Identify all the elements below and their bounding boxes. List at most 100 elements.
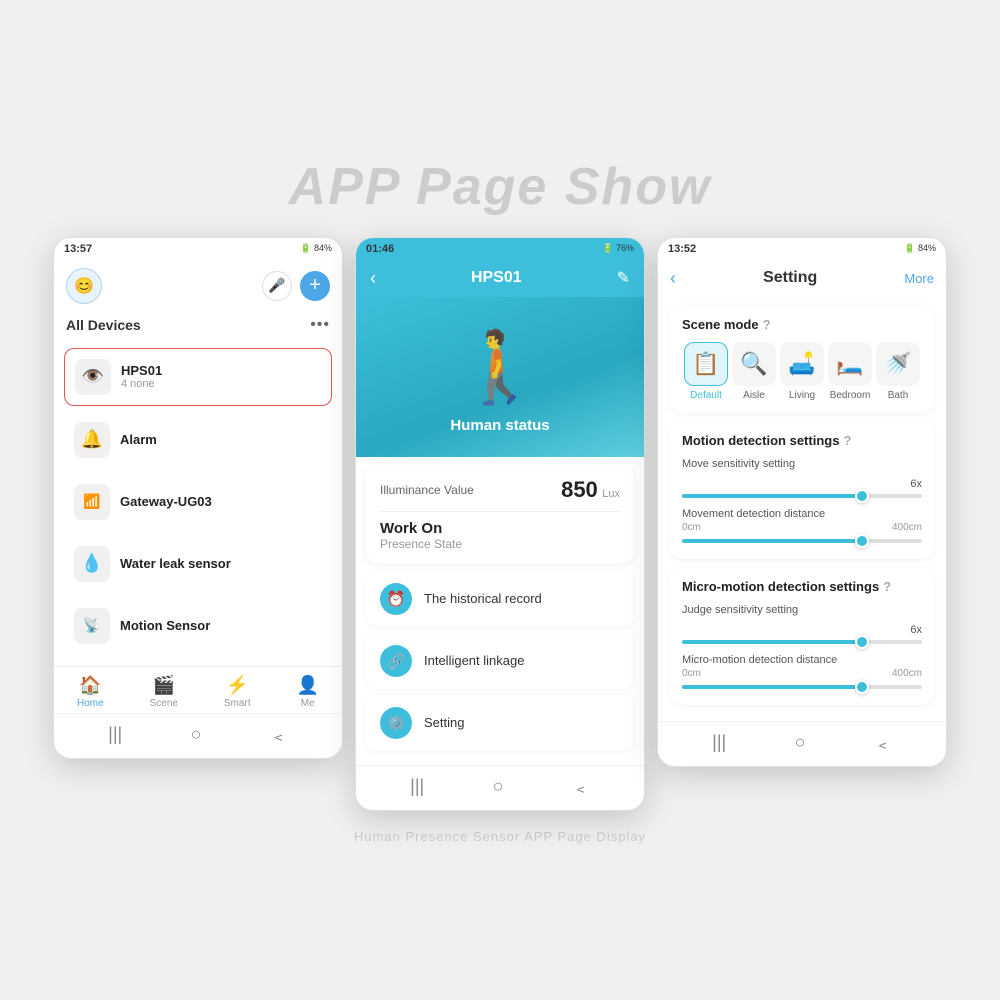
judge-sensitivity-thumb[interactable] bbox=[855, 635, 869, 649]
human-status-label: Human status bbox=[450, 417, 549, 434]
add-button[interactable]: + bbox=[300, 271, 330, 301]
human-figure-icon: 🚶 bbox=[456, 327, 543, 409]
phone2-menu-list: ⏰ The historical record 🔗 Intelligent li… bbox=[356, 571, 644, 765]
phone2: 01:46 🔋 76% ‹ HPS01 ✎ 🚶 Human status Ill… bbox=[355, 237, 645, 811]
movement-distance-fill bbox=[682, 539, 862, 543]
history-icon: ⏰ bbox=[380, 583, 412, 615]
phone2-status-bar: 01:46 🔋 76% bbox=[356, 238, 644, 260]
linkage-icon: 🔗 bbox=[380, 645, 412, 677]
all-devices-title: All Devices bbox=[66, 317, 141, 333]
scene-item-living[interactable]: 🛋️ Living bbox=[780, 342, 824, 401]
move-sensitivity-label: Move sensitivity setting bbox=[682, 458, 922, 470]
more-options[interactable]: ••• bbox=[310, 316, 330, 334]
judge-sensitivity-value: 6x bbox=[910, 624, 922, 636]
scene-icon-bath: 🚿 bbox=[876, 342, 920, 386]
bottom-menu-icon: ||| bbox=[410, 776, 424, 797]
judge-sensitivity-row: 6x bbox=[682, 624, 922, 636]
phone2-status-icons: 🔋 76% bbox=[602, 243, 634, 254]
home-icon: 🏠 bbox=[79, 675, 101, 696]
device-icon-motion: 📡 bbox=[74, 608, 110, 644]
bottom-back-icon: ﹤ bbox=[270, 722, 288, 748]
me-icon: 👤 bbox=[297, 675, 319, 696]
micro-motion-title: Micro-motion detection settings ? bbox=[682, 579, 922, 594]
work-on-label: Work On bbox=[380, 520, 620, 537]
device-info-alarm: Alarm bbox=[120, 432, 157, 447]
judge-sensitivity-track[interactable] bbox=[682, 640, 922, 644]
menu-item-linkage[interactable]: 🔗 Intelligent linkage bbox=[366, 633, 634, 689]
more-button[interactable]: More bbox=[904, 271, 934, 286]
move-sensitivity-thumb[interactable] bbox=[855, 489, 869, 503]
device-item-alarm[interactable]: 🔔 Alarm bbox=[64, 412, 332, 468]
illuminance-label: Illuminance Value bbox=[380, 483, 474, 497]
scene-item-default[interactable]: 📋 Default bbox=[684, 342, 728, 401]
setting-title: Setting bbox=[763, 269, 817, 287]
device-name-motion: Motion Sensor bbox=[120, 618, 210, 633]
bottom-menu-icon: ||| bbox=[712, 732, 726, 753]
phone3-status-icons: 🔋 84% bbox=[904, 243, 936, 254]
phone3-header: ‹ Setting More bbox=[658, 260, 946, 297]
device-info-gateway: Gateway-UG03 bbox=[120, 494, 212, 509]
micro-motion-card: Micro-motion detection settings ? Judge … bbox=[670, 567, 934, 705]
phone2-time: 01:46 bbox=[366, 243, 394, 255]
scene-label-default: Default bbox=[690, 390, 722, 401]
presence-row: Work On Presence State bbox=[380, 511, 620, 551]
back-button[interactable]: ‹ bbox=[370, 268, 376, 289]
movement-distance-max: 400cm bbox=[892, 522, 922, 533]
bottom-home-icon: ○ bbox=[493, 776, 504, 797]
move-sensitivity-value: 6x bbox=[910, 478, 922, 490]
bottom-menu-icon: ||| bbox=[108, 724, 122, 745]
scene-item-aisle[interactable]: 🔍 Aisle bbox=[732, 342, 776, 401]
edit-icon[interactable]: ✎ bbox=[617, 268, 630, 288]
nav-item-scene[interactable]: 🎬 Scene bbox=[150, 675, 178, 709]
nav-item-smart[interactable]: ⚡ Smart bbox=[224, 675, 251, 709]
move-sensitivity-row: 6x bbox=[682, 478, 922, 490]
all-devices-bar: All Devices ••• bbox=[54, 312, 342, 342]
device-icon-alarm: 🔔 bbox=[74, 422, 110, 458]
device-name-hps01: HPS01 bbox=[121, 363, 162, 378]
nav-item-home[interactable]: 🏠 Home bbox=[77, 675, 104, 709]
help-icon-motion[interactable]: ? bbox=[843, 433, 851, 448]
device-item-hps01[interactable]: 👁️ HPS01 4 none bbox=[64, 348, 332, 406]
illuminance-card: Illuminance Value 850 Lux Work On Presen… bbox=[366, 465, 634, 563]
micro-distance-track[interactable] bbox=[682, 685, 922, 689]
movement-distance-range: 0cm 400cm bbox=[682, 522, 922, 533]
movement-distance-track[interactable] bbox=[682, 539, 922, 543]
scene-label-bedroom: Bedroom bbox=[830, 390, 871, 401]
phone3-status-bar: 13:52 🔋 84% bbox=[658, 238, 946, 260]
scene-icons-row: 📋 Default 🔍 Aisle 🛋️ Living 🛏️ Bedroom bbox=[682, 342, 922, 401]
scene-item-bedroom[interactable]: 🛏️ Bedroom bbox=[828, 342, 872, 401]
movement-distance-min: 0cm bbox=[682, 522, 701, 533]
device-name-gateway: Gateway-UG03 bbox=[120, 494, 212, 509]
micro-distance-range: 0cm 400cm bbox=[682, 668, 922, 679]
illuminance-unit: Lux bbox=[602, 488, 620, 500]
device-item-gateway[interactable]: 📶 Gateway-UG03 bbox=[64, 474, 332, 530]
avatar[interactable]: 😊 bbox=[66, 268, 102, 304]
menu-item-history[interactable]: ⏰ The historical record bbox=[366, 571, 634, 627]
device-icon-hps01: 👁️ bbox=[75, 359, 111, 395]
scene-mode-card: Scene mode ? 📋 Default 🔍 Aisle 🛋️ Living bbox=[670, 305, 934, 413]
device-item-water[interactable]: 💧 Water leak sensor bbox=[64, 536, 332, 592]
setting-icon: ⚙️ bbox=[380, 707, 412, 739]
micro-distance-thumb[interactable] bbox=[855, 680, 869, 694]
nav-item-me[interactable]: 👤 Me bbox=[297, 675, 319, 709]
micro-distance-max: 400cm bbox=[892, 668, 922, 679]
device-list: 👁️ HPS01 4 none 🔔 Alarm 📶 Gateway-UG03 bbox=[54, 342, 342, 666]
footer-text: Human Presence Sensor APP Page Display bbox=[354, 829, 646, 844]
movement-distance-thumb[interactable] bbox=[855, 534, 869, 548]
phone2-device-title: HPS01 bbox=[471, 269, 522, 287]
device-item-motion[interactable]: 📡 Motion Sensor bbox=[64, 598, 332, 654]
device-name-water: Water leak sensor bbox=[120, 556, 231, 571]
menu-item-setting[interactable]: ⚙️ Setting bbox=[366, 695, 634, 751]
move-sensitivity-track[interactable] bbox=[682, 494, 922, 498]
movement-distance-label: Movement detection distance bbox=[682, 508, 922, 520]
help-icon-scene[interactable]: ? bbox=[763, 317, 771, 332]
scene-label-bath: Bath bbox=[888, 390, 909, 401]
mic-button[interactable]: 🎤 bbox=[262, 271, 292, 301]
scene-item-bath[interactable]: 🚿 Bath bbox=[876, 342, 920, 401]
back-button[interactable]: ‹ bbox=[670, 268, 676, 289]
help-icon-micro[interactable]: ? bbox=[883, 579, 891, 594]
judge-sensitivity-label: Judge sensitivity setting bbox=[682, 604, 922, 616]
scene-label-living: Living bbox=[789, 390, 815, 401]
scene-label-aisle: Aisle bbox=[743, 390, 765, 401]
smart-icon: ⚡ bbox=[226, 675, 248, 696]
